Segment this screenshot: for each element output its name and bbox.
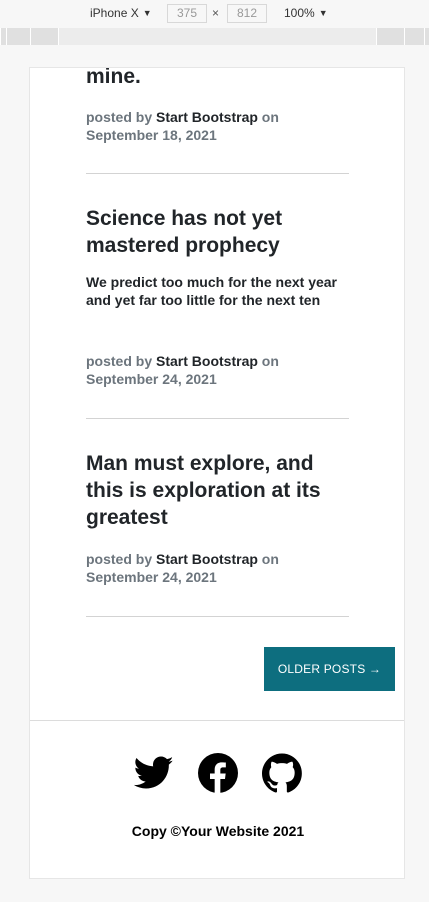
post-subtitle[interactable]: We predict too much for the next year an… xyxy=(86,273,349,309)
facebook-icon-graphic xyxy=(198,753,238,793)
older-posts-button[interactable]: OLDER POSTS → xyxy=(264,647,395,691)
zoom-select[interactable]: 100% ▼ xyxy=(284,6,328,20)
ruler-segment[interactable] xyxy=(58,28,376,45)
device-toolbar: iPhone X ▼ 375 × 812 100% ▼ xyxy=(0,0,429,27)
device-select[interactable]: iPhone X ▼ xyxy=(90,6,152,20)
post-title[interactable]: mine. xyxy=(86,68,141,90)
zoom-value: 100% xyxy=(284,6,315,20)
post-meta: posted by Start Bootstrap on September 2… xyxy=(86,352,279,388)
width-input[interactable]: 375 xyxy=(167,4,207,23)
twitter-icon[interactable] xyxy=(134,753,174,793)
height-input[interactable]: 812 xyxy=(227,4,267,23)
ruler-segment[interactable] xyxy=(30,28,58,45)
post-date: September 24, 2021 xyxy=(86,371,217,387)
post-author-link[interactable]: Start Bootstrap xyxy=(156,109,258,125)
post-meta: posted by Start Bootstrap on September 1… xyxy=(86,108,279,144)
media-query-ruler[interactable] xyxy=(0,28,429,45)
facebook-icon[interactable] xyxy=(198,753,238,793)
divider xyxy=(86,616,349,617)
meta-on: on xyxy=(257,551,279,567)
meta-prefix: posted by xyxy=(86,551,157,567)
ruler-segment[interactable] xyxy=(404,28,424,45)
post-author-link[interactable]: Start Bootstrap xyxy=(156,551,258,567)
post-meta: posted by Start Bootstrap on September 2… xyxy=(86,550,279,586)
ruler-segment[interactable] xyxy=(6,28,30,45)
social-links xyxy=(30,753,404,793)
ruler-segment[interactable] xyxy=(376,28,404,45)
github-icon-graphic xyxy=(262,753,302,793)
device-name: iPhone X xyxy=(90,6,139,20)
twitter-icon-graphic xyxy=(134,756,174,789)
meta-prefix: posted by xyxy=(86,353,157,369)
chevron-down-icon: ▼ xyxy=(318,8,328,18)
post-date: September 24, 2021 xyxy=(86,569,217,585)
chevron-down-icon: ▼ xyxy=(142,8,152,18)
github-icon[interactable] xyxy=(262,753,302,793)
post-preview[interactable]: Science has not yet mastered prophecy We… xyxy=(86,205,349,309)
divider xyxy=(86,418,349,419)
ruler-segment[interactable] xyxy=(424,28,429,45)
dimension-separator: × xyxy=(212,6,220,20)
copyright-text: Copy ©Your Website 2021 xyxy=(131,823,305,839)
footer: Copy ©Your Website 2021 xyxy=(30,720,404,878)
meta-prefix: posted by xyxy=(86,109,157,125)
meta-on: on xyxy=(257,353,279,369)
post-title[interactable]: Science has not yet mastered prophecy xyxy=(86,205,349,259)
post-author-link[interactable]: Start Bootstrap xyxy=(156,353,258,369)
page-viewport: mine. posted by Start Bootstrap on Septe… xyxy=(29,67,405,879)
post-title[interactable]: Man must explore, and this is exploratio… xyxy=(86,450,349,531)
post-preview[interactable]: Man must explore, and this is exploratio… xyxy=(86,450,349,531)
meta-on: on xyxy=(257,109,279,125)
post-date: September 18, 2021 xyxy=(86,127,217,143)
divider xyxy=(86,173,349,174)
